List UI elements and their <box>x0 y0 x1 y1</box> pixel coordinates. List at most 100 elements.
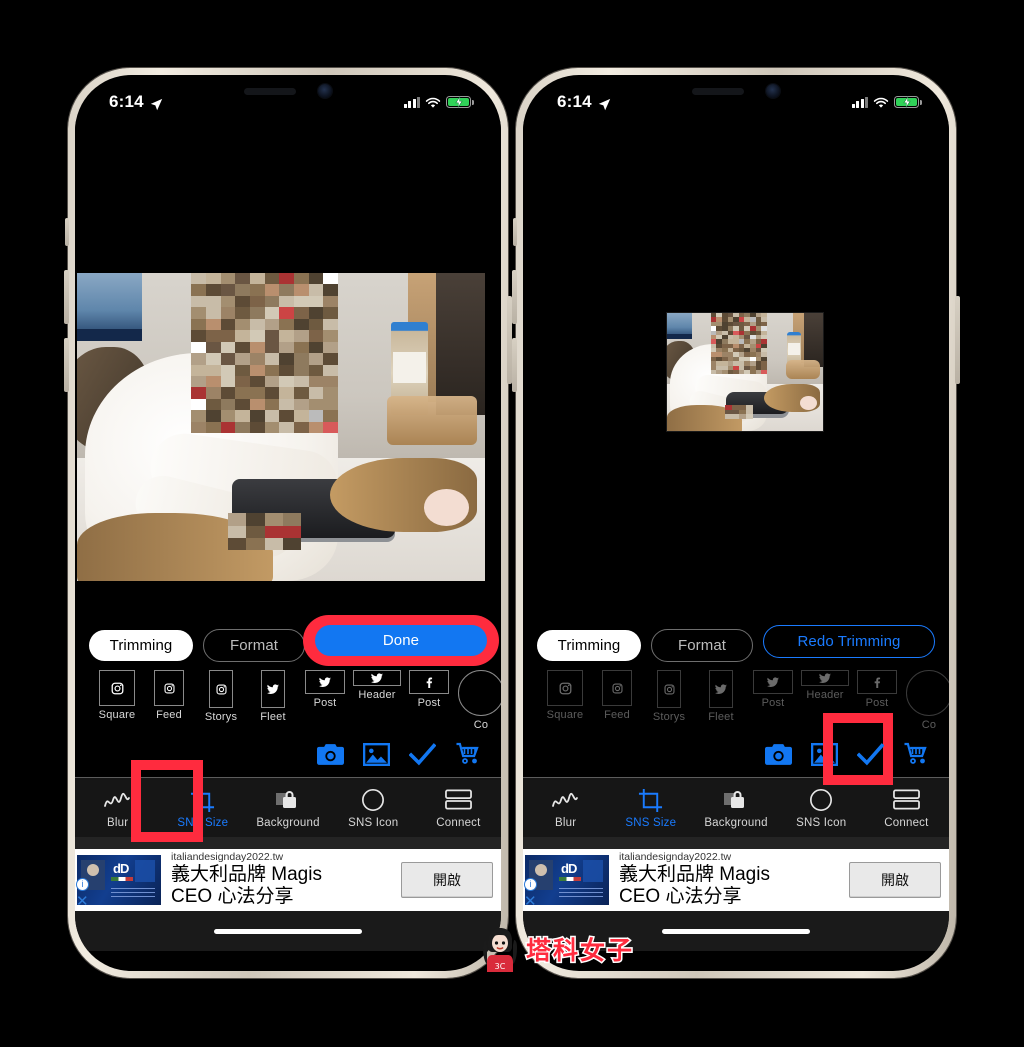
earpiece-speaker <box>244 87 296 95</box>
tab-sns-icon[interactable]: SNS Icon <box>331 785 416 829</box>
ad-open-button[interactable]: 開啟 <box>849 862 941 898</box>
home-indicator-area <box>75 911 501 951</box>
format-preset-feed[interactable]: Feed <box>143 670 195 731</box>
done-button[interactable]: Done <box>315 625 487 656</box>
photo-canvas[interactable] <box>75 121 501 619</box>
tab-label: SNS Icon <box>348 817 399 829</box>
tab-sns-icon[interactable]: SNS Icon <box>779 785 864 829</box>
format-preset-facebook-post[interactable]: Post <box>851 670 903 731</box>
silent-switch[interactable] <box>513 218 517 246</box>
format-preset-fleet[interactable]: Fleet <box>695 670 747 731</box>
camera-icon[interactable] <box>315 739 345 769</box>
format-preset-connect[interactable]: Co <box>455 670 501 731</box>
circle-icon <box>458 670 501 716</box>
tab-label: Blur <box>106 817 129 829</box>
tab-background[interactable]: Background <box>693 785 778 829</box>
format-preset-twitter-post[interactable]: Post <box>299 670 351 731</box>
bottom-tabbar: Blur SNS Size Background SNS Icon Connec… <box>523 778 949 837</box>
format-preset-square[interactable]: Square <box>91 670 143 731</box>
format-preset-connect[interactable]: Co <box>903 670 949 731</box>
cart-icon[interactable] <box>901 739 931 769</box>
volume-down-button[interactable] <box>64 338 69 392</box>
format-preset-feed[interactable]: Feed <box>591 670 643 731</box>
power-button[interactable] <box>955 296 960 384</box>
tab-blur[interactable]: Blur <box>523 785 608 829</box>
tab-sns-size[interactable]: SNS Size <box>608 785 693 829</box>
site-watermark: 3C 塔科女子 <box>480 923 634 975</box>
tab-format[interactable]: Format <box>651 629 753 662</box>
format-preset-twitter-header[interactable]: Header <box>799 670 851 731</box>
screenshot-canvas: 6:14 Trimming Format Done Square Feed St… <box>0 0 1024 1047</box>
silent-switch[interactable] <box>65 218 69 246</box>
format-preset-twitter-post[interactable]: Post <box>747 670 799 731</box>
format-label: Storys <box>652 711 686 723</box>
tab-trimming[interactable]: Trimming <box>537 630 641 661</box>
mosaic-censor-face <box>710 313 767 375</box>
instagram-icon <box>154 670 184 706</box>
format-label: Post <box>761 697 785 709</box>
tab-connect[interactable]: Connect <box>864 785 949 829</box>
camera-icon[interactable] <box>763 739 793 769</box>
home-indicator[interactable] <box>214 928 362 934</box>
info-icon[interactable]: i <box>524 878 537 891</box>
tab-label: SNS Icon <box>796 817 847 829</box>
format-preset-storys[interactable]: Storys <box>643 670 695 731</box>
tab-sns-size[interactable]: SNS Size <box>160 785 245 829</box>
home-indicator[interactable] <box>662 928 810 934</box>
primary-action-wrapper: Done <box>303 615 499 666</box>
volume-down-button[interactable] <box>512 338 517 392</box>
cart-icon[interactable] <box>453 739 483 769</box>
close-icon[interactable]: ✕ <box>524 894 537 909</box>
scribble-icon <box>75 785 160 815</box>
status-bar: 6:14 <box>75 75 501 121</box>
checkmark-icon[interactable] <box>855 739 885 769</box>
stacked-rows-icon <box>864 785 949 815</box>
photo-canvas[interactable] <box>523 121 949 619</box>
format-label: Header <box>806 689 844 701</box>
action-icons-row <box>523 713 949 785</box>
ad-open-button[interactable]: 開啟 <box>401 862 493 898</box>
edited-photo-small[interactable] <box>667 313 823 431</box>
tab-connect[interactable]: Connect <box>416 785 501 829</box>
format-preset-twitter-header[interactable]: Header <box>351 670 403 731</box>
checkmark-icon[interactable] <box>407 739 437 769</box>
tab-format[interactable]: Format <box>203 629 305 662</box>
volume-up-button[interactable] <box>512 270 517 324</box>
location-arrow-icon <box>150 96 163 110</box>
ad-banner[interactable]: dD italiandesignday2022.tw 義大利品牌 Magis C… <box>75 849 501 911</box>
phone-screen-right: 6:14 Trimming Format Redo Trimming Squar… <box>523 75 949 971</box>
status-time: 6:14 <box>109 92 144 111</box>
cellular-bars-icon <box>851 96 868 108</box>
close-icon[interactable]: ✕ <box>76 894 89 909</box>
volume-up-button[interactable] <box>64 270 69 324</box>
tab-background[interactable]: Background <box>245 785 330 829</box>
format-preset-facebook-post[interactable]: Post <box>403 670 455 731</box>
tab-trimming[interactable]: Trimming <box>89 630 193 661</box>
front-camera-icon <box>766 84 780 98</box>
photo-library-icon[interactable] <box>361 739 391 769</box>
format-preset-fleet[interactable]: Fleet <box>247 670 299 731</box>
front-camera-icon <box>318 84 332 98</box>
format-presets-row: Square Feed Storys Fleet Post Header Pos… <box>523 662 949 735</box>
format-preset-square[interactable]: Square <box>539 670 591 731</box>
tab-blur[interactable]: Blur <box>75 785 160 829</box>
redo-trimming-button[interactable]: Redo Trimming <box>763 625 935 658</box>
info-icon[interactable]: i <box>76 878 89 891</box>
bread-bag-shape <box>785 360 820 380</box>
ad-thumbnail: dD <box>525 855 609 905</box>
photo-library-icon[interactable] <box>809 739 839 769</box>
crop-icon <box>608 785 693 815</box>
svg-text:3C: 3C <box>495 962 506 971</box>
ad-headline-line1: 義大利品牌 Magis <box>619 863 770 885</box>
bread-bag-shape <box>387 396 477 446</box>
editor-mode-row: Trimming Format Done <box>75 615 501 666</box>
crop-icon <box>160 785 245 815</box>
status-bar-right <box>403 95 474 109</box>
ad-banner[interactable]: dD italiandesignday2022.tw 義大利品牌 Magis C… <box>523 849 949 911</box>
editor-mode-row: Trimming Format Redo Trimming <box>523 619 949 662</box>
action-icons-row <box>75 735 501 777</box>
monitor-shape <box>77 273 143 341</box>
format-preset-storys[interactable]: Storys <box>195 670 247 731</box>
edited-photo-large[interactable] <box>77 273 485 581</box>
location-arrow-icon <box>598 96 611 110</box>
